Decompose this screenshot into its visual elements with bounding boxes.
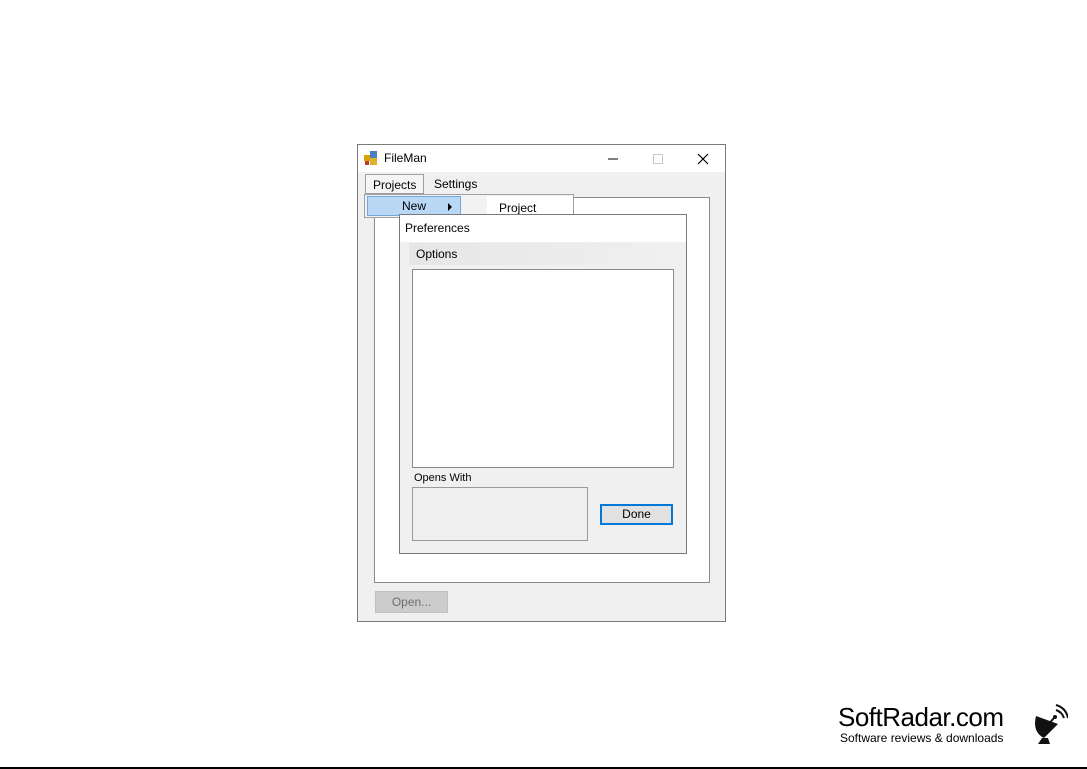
close-button[interactable] [680, 145, 725, 172]
maximize-button[interactable] [635, 145, 680, 172]
window-title: FileMan [384, 151, 427, 165]
options-list[interactable] [412, 269, 674, 468]
minimize-icon [607, 158, 618, 159]
watermark-tagline: Software reviews & downloads [840, 731, 1004, 745]
menu-projects[interactable]: Projects [365, 174, 425, 194]
preferences-dialog: Preferences Options Opens With Done [399, 214, 687, 554]
watermark: SoftRadar.com Software reviews & downloa… [838, 702, 1068, 746]
menu-bar: Projects Settings [358, 172, 725, 195]
opens-with-label: Opens With [414, 472, 472, 484]
menu-settings[interactable]: Settings [427, 174, 484, 194]
preferences-title[interactable]: Preferences [400, 215, 686, 242]
menu-item-new[interactable]: New [367, 196, 461, 216]
minimize-button[interactable] [590, 145, 635, 172]
maximize-icon [652, 153, 663, 164]
watermark-brand: SoftRadar.com [838, 702, 1004, 732]
open-button[interactable]: Open... [375, 591, 448, 613]
close-icon [697, 153, 708, 164]
app-grid-icon [364, 151, 377, 165]
submenu-arrow-icon [448, 203, 452, 211]
satellite-dish-icon [1035, 704, 1068, 744]
opens-with-box[interactable] [412, 487, 588, 541]
title-bar[interactable]: FileMan [358, 145, 725, 172]
tab-options[interactable]: Options [409, 243, 675, 265]
done-button[interactable]: Done [600, 504, 673, 525]
submenu-item-project[interactable]: Project [487, 196, 573, 216]
menu-item-new-label: New [402, 199, 427, 213]
